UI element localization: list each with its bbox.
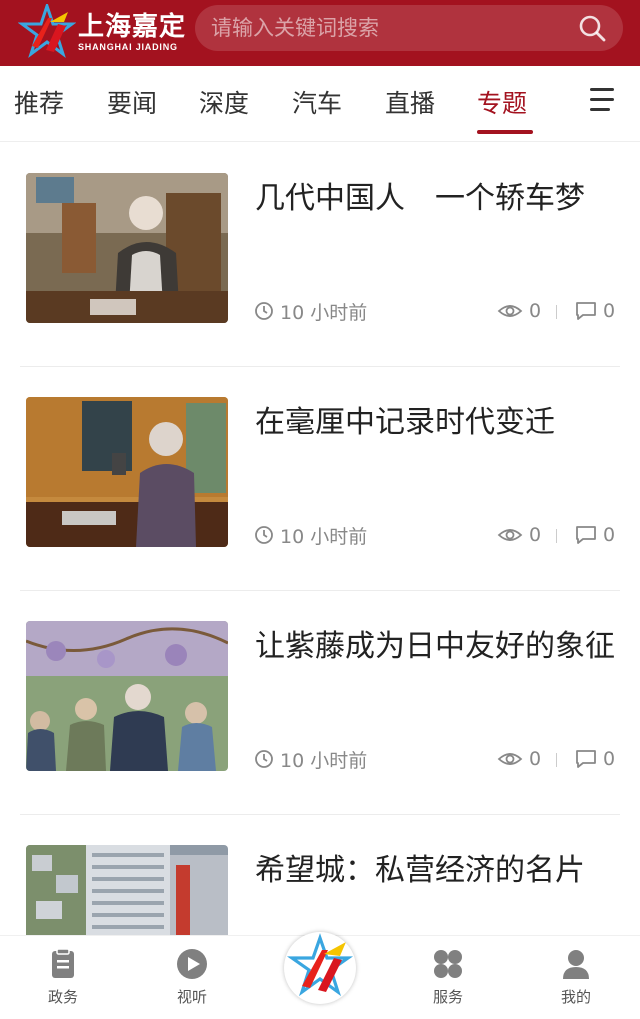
views-count: 0 — [529, 300, 542, 322]
comments-count: 0 — [603, 524, 616, 546]
logo-text: 上海嘉定 SHANGHAI JIADING — [78, 12, 186, 53]
comments-count: 0 — [603, 300, 616, 322]
article-thumbnail — [26, 397, 228, 547]
logo-star-icon — [17, 1, 77, 60]
list-item[interactable]: 在毫厘中记录时代变迁 10 小时前 0 0 — [0, 367, 640, 591]
article-title[interactable]: 让紫藤成为日中友好的象征 — [255, 625, 615, 669]
article-comments[interactable]: 0 — [575, 299, 615, 323]
app-logo[interactable]: 上海嘉定 SHANGHAI JIADING — [17, 1, 188, 60]
article-thumbnail — [26, 845, 228, 935]
article-thumbnail — [26, 621, 228, 771]
clock-icon — [255, 526, 273, 544]
user-icon — [560, 948, 592, 980]
tab-topics[interactable]: 专题 — [477, 86, 527, 122]
category-tabs: 推荐 要闻 深度 汽车 直播 专题 — [0, 66, 640, 142]
article-thumbnail — [26, 173, 228, 323]
views-count: 0 — [529, 524, 542, 546]
article-comments[interactable]: 0 — [575, 747, 615, 771]
list-item[interactable]: 希望城：私营经济的名片 — [0, 815, 640, 935]
meta-divider — [556, 305, 557, 319]
logo-en: SHANGHAI JIADING — [78, 41, 178, 52]
time-text: 10 小时前 — [280, 749, 368, 772]
document-icon — [47, 948, 79, 980]
nav-item-services[interactable]: 服务 — [408, 948, 488, 1007]
tab-depth[interactable]: 深度 — [199, 86, 249, 122]
eye-icon — [497, 753, 523, 765]
search-icon[interactable] — [569, 5, 615, 51]
nav-item-profile[interactable]: 我的 — [536, 948, 616, 1007]
article-list: 几代中国人 一个轿车梦 10 小时前 0 0 在毫厘中记录时代变迁 10 小时前… — [0, 143, 640, 935]
views-count: 0 — [529, 748, 542, 770]
nav-label: 视听 — [176, 988, 207, 1006]
article-time: 10 小时前 — [254, 747, 368, 772]
article-title[interactable]: 希望城：私营经济的名片 — [255, 849, 615, 893]
time-text: 10 小时前 — [280, 525, 368, 548]
search-bar[interactable] — [195, 5, 623, 51]
tab-live[interactable]: 直播 — [385, 86, 435, 122]
article-title[interactable]: 几代中国人 一个轿车梦 — [255, 177, 615, 221]
eye-icon — [497, 529, 523, 541]
time-text: 10 小时前 — [280, 301, 368, 324]
search-input[interactable] — [195, 5, 569, 51]
article-comments[interactable]: 0 — [575, 523, 615, 547]
article-views: 0 — [497, 523, 541, 547]
active-tab-indicator — [477, 130, 533, 134]
app-header: 上海嘉定 SHANGHAI JIADING — [0, 0, 640, 66]
comment-icon — [576, 302, 596, 320]
grid-icon — [432, 948, 464, 980]
nav-label: 我的 — [560, 988, 591, 1006]
eye-icon — [497, 305, 523, 317]
tab-recommend[interactable]: 推荐 — [14, 86, 64, 122]
list-item[interactable]: 几代中国人 一个轿车梦 10 小时前 0 0 — [0, 143, 640, 367]
tab-news[interactable]: 要闻 — [107, 86, 157, 122]
comment-icon — [576, 526, 596, 544]
comments-count: 0 — [603, 748, 616, 770]
nav-item-government[interactable]: 政务 — [23, 948, 103, 1007]
bottom-nav: 政务 视听 服务 我的 — [0, 932, 640, 1019]
comment-icon — [576, 750, 596, 768]
list-item[interactable]: 让紫藤成为日中友好的象征 10 小时前 0 0 — [0, 591, 640, 815]
jiading-logo-button[interactable] — [284, 932, 356, 1004]
meta-divider — [556, 529, 557, 543]
clock-icon — [255, 302, 273, 320]
article-time: 10 小时前 — [254, 523, 368, 548]
article-title[interactable]: 在毫厘中记录时代变迁 — [255, 401, 615, 445]
nav-item-media[interactable]: 视听 — [152, 948, 232, 1007]
logo-cn: 上海嘉定 — [78, 11, 187, 42]
clock-icon — [255, 750, 273, 768]
nav-label: 政务 — [47, 988, 78, 1006]
article-views: 0 — [497, 747, 541, 771]
meta-divider — [556, 753, 557, 767]
play-icon — [176, 948, 208, 980]
tab-auto[interactable]: 汽车 — [292, 86, 342, 122]
article-time: 10 小时前 — [254, 299, 368, 324]
menu-icon[interactable] — [590, 88, 620, 118]
nav-label: 服务 — [432, 988, 463, 1006]
article-views: 0 — [497, 299, 541, 323]
